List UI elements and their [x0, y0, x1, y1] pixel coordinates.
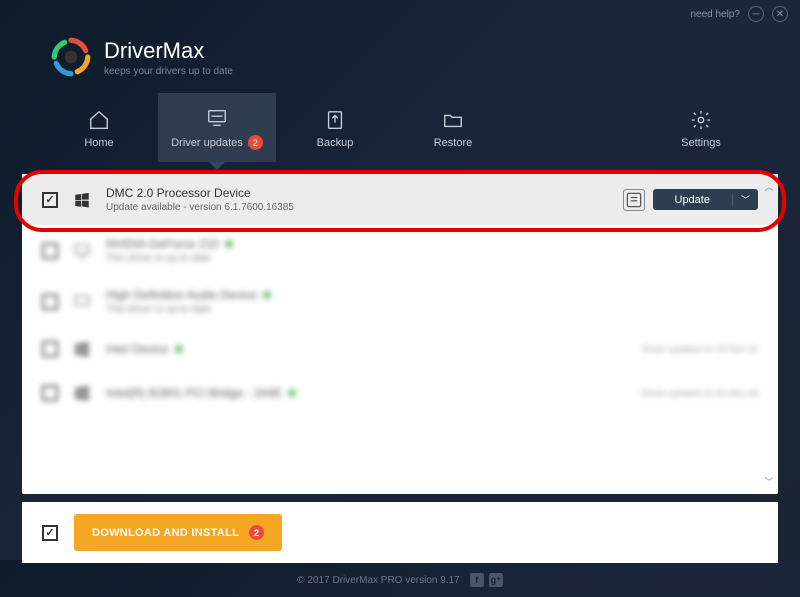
audio-icon [72, 292, 92, 312]
status-ok-icon [175, 345, 183, 353]
app-title: DriverMax [104, 38, 233, 64]
updates-badge: 2 [248, 135, 263, 150]
select-all-checkbox[interactable] [42, 525, 58, 541]
driver-name: Intel Device [106, 342, 628, 356]
windows-icon [72, 339, 92, 359]
driver-list: DMC 2.0 Processor Device Update availabl… [22, 174, 778, 494]
monitor-icon [72, 241, 92, 261]
close-button[interactable]: ✕ [772, 6, 788, 22]
nav-backup[interactable]: Backup [276, 93, 394, 162]
driver-status: This driver is up-to-date [106, 304, 758, 315]
nav-home-label: Home [84, 137, 113, 149]
nav-settings-label: Settings [681, 137, 721, 149]
driver-row[interactable]: NVIDIA GeForce 210 This driver is up-to-… [22, 225, 778, 276]
driver-row[interactable]: DMC 2.0 Processor Device Update availabl… [22, 174, 778, 225]
driver-name: High Definition Audio Device [106, 288, 758, 302]
driver-status: This driver is up-to-date [106, 253, 758, 264]
row-checkbox[interactable] [42, 341, 58, 357]
driver-status: Update available - version 6.1.7600.1638… [106, 202, 609, 213]
driver-updated-date: Driver updated on 03-Nov-16 [642, 344, 758, 354]
scroll-down-icon[interactable]: ﹀ [764, 475, 773, 488]
facebook-icon[interactable]: f [470, 573, 484, 587]
status-ok-icon [225, 240, 233, 248]
details-icon[interactable] [623, 189, 645, 211]
google-plus-icon[interactable]: g⁺ [489, 573, 503, 587]
social-links: f g⁺ [470, 573, 503, 587]
row-checkbox[interactable] [42, 294, 58, 310]
row-checkbox[interactable] [42, 385, 58, 401]
need-help-link[interactable]: need help? [691, 9, 741, 20]
gear-icon [690, 109, 712, 131]
app-header: DriverMax keeps your drivers up to date [0, 28, 800, 93]
windows-icon [72, 190, 92, 210]
minimize-button[interactable]: ─ [748, 6, 764, 22]
row-checkbox[interactable] [42, 192, 58, 208]
driver-row[interactable]: Intel(R) 82801 PCI Bridge - 244E Driver … [22, 371, 778, 415]
driver-name: Intel(R) 82801 PCI Bridge - 244E [106, 386, 628, 400]
row-checkbox[interactable] [42, 243, 58, 259]
download-badge: 2 [249, 525, 264, 540]
nav-restore-label: Restore [434, 137, 473, 149]
update-button[interactable]: Update﹀ [653, 189, 759, 210]
scrollbar[interactable]: ︿﹀ [762, 180, 776, 488]
status-ok-icon [288, 389, 296, 397]
copyright-text: © 2017 DriverMax PRO version 9.17 [297, 575, 459, 586]
app-subtitle: keeps your drivers up to date [104, 66, 233, 77]
monitor-icon [206, 107, 228, 129]
home-icon [88, 109, 110, 131]
app-logo-icon [50, 36, 92, 78]
nav-driver-updates[interactable]: Driver updates2 [158, 93, 276, 162]
windows-icon [72, 383, 92, 403]
driver-row[interactable]: Intel Device Driver updated on 03-Nov-16 [22, 327, 778, 371]
nav-settings[interactable]: Settings [642, 93, 760, 162]
chevron-down-icon[interactable]: ﹀ [733, 193, 758, 206]
main-nav: Home Driver updates2 Backup Restore Sett… [0, 93, 800, 162]
driver-row[interactable]: High Definition Audio Device This driver… [22, 276, 778, 327]
nav-backup-label: Backup [317, 137, 354, 149]
footer-bar: DOWNLOAD AND INSTALL 2 [22, 502, 778, 563]
scroll-up-icon[interactable]: ︿ [764, 180, 773, 193]
nav-updates-label: Driver updates2 [171, 135, 263, 150]
status-ok-icon [263, 291, 271, 299]
download-install-button[interactable]: DOWNLOAD AND INSTALL 2 [74, 514, 282, 551]
nav-restore[interactable]: Restore [394, 93, 512, 162]
copyright-bar: © 2017 DriverMax PRO version 9.17 f g⁺ [0, 563, 800, 597]
driver-name: DMC 2.0 Processor Device [106, 186, 609, 200]
driver-name: NVIDIA GeForce 210 [106, 237, 758, 251]
driver-updated-date: Driver updated on 03-Nov-16 [642, 388, 758, 398]
folder-icon [442, 109, 464, 131]
nav-home[interactable]: Home [40, 93, 158, 162]
backup-icon [324, 109, 346, 131]
